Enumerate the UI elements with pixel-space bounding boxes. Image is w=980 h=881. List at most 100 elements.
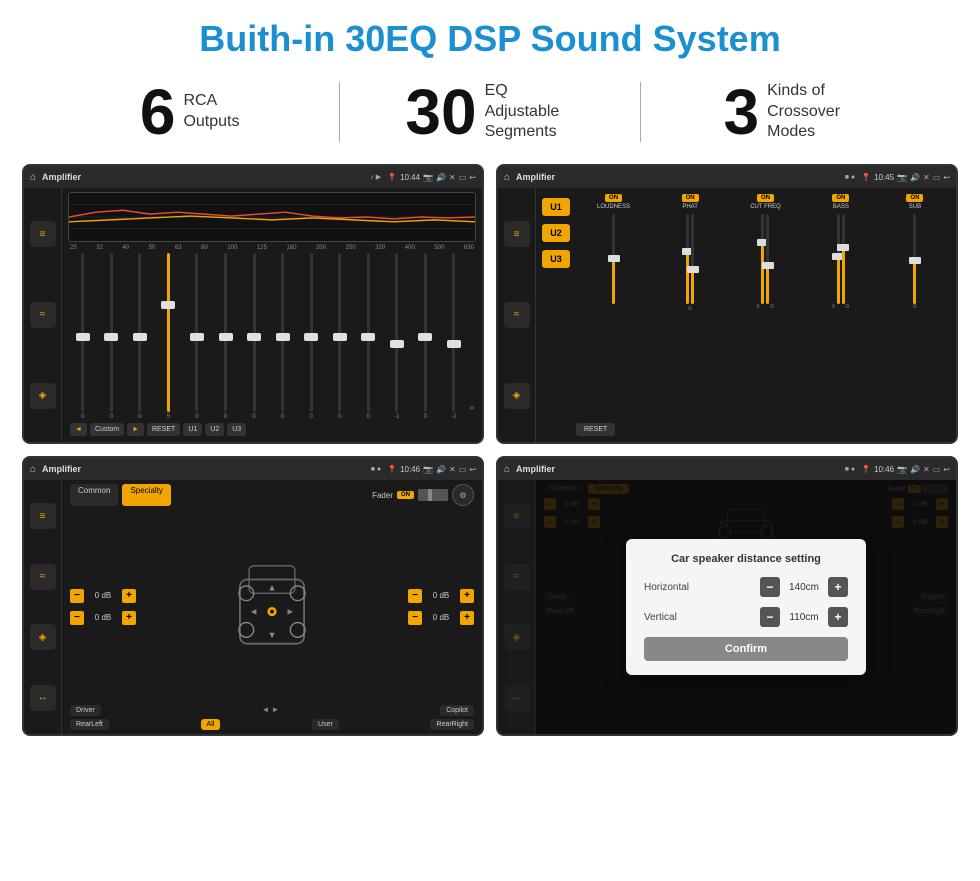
- eq-bottom-bar: ◄ Custom ► RESET U1 U2 U3: [68, 420, 476, 438]
- loudness-on[interactable]: ON: [605, 194, 622, 202]
- freq-63: 63: [175, 245, 182, 251]
- tab-specialty-3[interactable]: Specialty: [122, 484, 170, 506]
- horizontal-label: Horizontal: [644, 582, 704, 593]
- fader-on-badge[interactable]: ON: [397, 491, 414, 499]
- slider-7[interactable]: 0: [241, 253, 267, 420]
- u1-selector[interactable]: U1: [542, 198, 570, 216]
- all-btn[interactable]: All: [201, 719, 221, 730]
- slider-9[interactable]: 0: [298, 253, 324, 420]
- fader-label: Fader: [372, 491, 393, 500]
- slider-10[interactable]: 0: [327, 253, 353, 420]
- u1-button-1[interactable]: U1: [183, 423, 202, 436]
- vertical-minus[interactable]: −: [760, 607, 780, 627]
- rearright-btn[interactable]: RearRight: [430, 719, 474, 730]
- phat-on[interactable]: ON: [682, 194, 699, 202]
- wave-icon-3[interactable]: ≈: [30, 564, 56, 590]
- vertical-plus[interactable]: +: [828, 607, 848, 627]
- vertical-row: Vertical − 110cm +: [644, 607, 848, 627]
- speaker-icon-2[interactable]: ◈: [504, 383, 530, 409]
- home-icon-2[interactable]: ⌂: [504, 172, 510, 183]
- db-val-fl: 0 dB: [88, 591, 118, 600]
- close-icon[interactable]: ✕: [449, 173, 456, 182]
- arrow-icon-4: ↔: [504, 685, 530, 711]
- screen2-amp: ⌂ Amplifier ■ ● 📍 10:45 📷 🔊 ✕ ▭ ↩ ≡ ≈ ◈: [496, 164, 958, 444]
- u3-selector[interactable]: U3: [542, 250, 570, 268]
- back-icon-4[interactable]: ↩: [943, 465, 950, 474]
- freq-320: 320: [375, 245, 385, 251]
- wave-icon[interactable]: ≈: [30, 302, 56, 328]
- db-row-rr: − 0 dB +: [408, 611, 474, 625]
- tab-common-3[interactable]: Common: [70, 484, 118, 506]
- slider-8[interactable]: 0: [270, 253, 296, 420]
- horizontal-row: Horizontal − 140cm +: [644, 577, 848, 597]
- home-icon-4[interactable]: ⌂: [504, 464, 510, 475]
- back-icon-3[interactable]: ↩: [469, 465, 476, 474]
- cutfreq-label: CUT FREQ: [750, 204, 781, 210]
- minus-fr[interactable]: −: [408, 589, 422, 603]
- screen2-title: Amplifier: [516, 172, 555, 182]
- slider-11[interactable]: 0: [355, 253, 381, 420]
- arrow-icon-3[interactable]: ↔: [30, 685, 56, 711]
- close-icon-2[interactable]: ✕: [923, 173, 930, 182]
- rearleft-btn[interactable]: RearLeft: [70, 719, 109, 730]
- prev-button[interactable]: ◄: [70, 423, 87, 436]
- freq-500: 500: [434, 245, 444, 251]
- plus-rr[interactable]: +: [460, 611, 474, 625]
- u2-selector[interactable]: U2: [542, 224, 570, 242]
- speaker-icon[interactable]: ◈: [30, 383, 56, 409]
- u3-button-1[interactable]: U3: [227, 423, 246, 436]
- minus-fl[interactable]: −: [70, 589, 84, 603]
- plus-fr[interactable]: +: [460, 589, 474, 603]
- slider-3[interactable]: 0: [127, 253, 153, 420]
- minus-rr[interactable]: −: [408, 611, 422, 625]
- reset-button-1[interactable]: RESET: [147, 423, 180, 436]
- home-icon-3[interactable]: ⌂: [30, 464, 36, 475]
- confirm-button[interactable]: Confirm: [644, 637, 848, 661]
- cutfreq-on[interactable]: ON: [757, 194, 774, 202]
- slider-14[interactable]: -1: [441, 253, 467, 420]
- vertical-value: 110cm: [784, 612, 824, 623]
- location-icon: 📍: [387, 173, 397, 182]
- screen4-icons: 📍 10:46 📷 🔊 ✕ ▭ ↩: [861, 465, 950, 474]
- screen3-speaker: ⌂ Amplifier ■ ● 📍 10:46 📷 🔊 ✕ ▭ ↩ ≡ ≈ ◈ …: [22, 456, 484, 736]
- plus-fl[interactable]: +: [122, 589, 136, 603]
- copilot-btn[interactable]: Copilot: [440, 705, 474, 716]
- play-button[interactable]: ►: [127, 423, 144, 436]
- minus-rl[interactable]: −: [70, 611, 84, 625]
- slider-1[interactable]: 0: [70, 253, 96, 420]
- reset-button-2[interactable]: RESET: [576, 423, 615, 436]
- slider-12[interactable]: -1: [384, 253, 410, 420]
- close-icon-3[interactable]: ✕: [449, 465, 456, 474]
- horizontal-minus[interactable]: −: [760, 577, 780, 597]
- db-row-rl: − 0 dB +: [70, 611, 145, 625]
- eq-icon[interactable]: ≡: [30, 221, 56, 247]
- bass-on[interactable]: ON: [832, 194, 849, 202]
- home-icon[interactable]: ⌂: [30, 172, 36, 183]
- more-icon[interactable]: »: [470, 403, 474, 420]
- eq-icon-3[interactable]: ≡: [30, 503, 56, 529]
- slider-6[interactable]: 0: [213, 253, 239, 420]
- sub-on[interactable]: ON: [906, 194, 923, 202]
- screen3-topbar: ⌂ Amplifier ■ ● 📍 10:46 📷 🔊 ✕ ▭ ↩: [24, 458, 482, 480]
- back-icon-2[interactable]: ↩: [943, 173, 950, 182]
- horizontal-plus[interactable]: +: [828, 577, 848, 597]
- freq-80: 80: [201, 245, 208, 251]
- eq-icon-2[interactable]: ≡: [504, 221, 530, 247]
- slider-13[interactable]: 0: [413, 253, 439, 420]
- back-icon[interactable]: ↩: [469, 173, 476, 182]
- speaker-icon-3[interactable]: ◈: [30, 624, 56, 650]
- slider-2[interactable]: 0: [99, 253, 125, 420]
- stat-rca: 6 RCAOutputs: [40, 80, 339, 144]
- plus-rl[interactable]: +: [122, 611, 136, 625]
- camera-icon-3: 📷: [423, 465, 433, 474]
- volume-icon-4: 🔊: [910, 465, 920, 474]
- amp-left-panel: ≡ ≈ ◈: [498, 188, 536, 442]
- user-btn-3[interactable]: User: [312, 719, 339, 730]
- wave-icon-2[interactable]: ≈: [504, 302, 530, 328]
- driver-btn[interactable]: Driver: [70, 705, 101, 716]
- u2-button-1[interactable]: U2: [205, 423, 224, 436]
- slider-4[interactable]: 5: [156, 253, 182, 420]
- slider-5[interactable]: 0: [184, 253, 210, 420]
- freq-labels: 25 32 40 50 63 80 100 125 160 200 250 32…: [68, 245, 476, 251]
- close-icon-4[interactable]: ✕: [923, 465, 930, 474]
